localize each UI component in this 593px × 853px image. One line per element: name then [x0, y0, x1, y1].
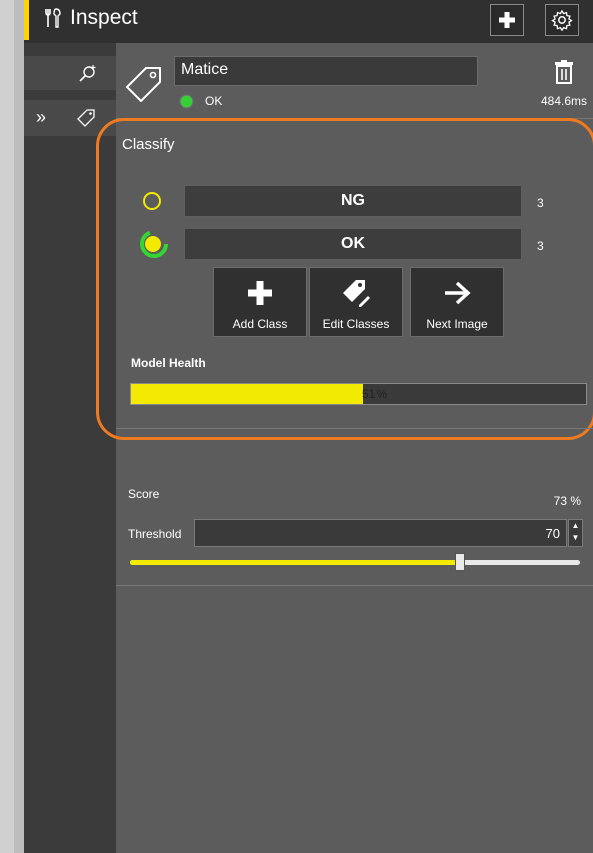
tag-edit-icon	[343, 280, 370, 307]
section-title: Classify	[122, 136, 175, 153]
class-ng-count: 3	[537, 196, 544, 210]
trash-icon[interactable]	[554, 60, 574, 84]
arrow-right-icon	[445, 281, 471, 305]
threshold-slider-fill	[130, 560, 465, 565]
class-ok-count: 3	[537, 239, 544, 253]
threshold-slider[interactable]	[130, 560, 580, 565]
window-edge-shade	[14, 0, 24, 853]
threshold-label: Threshold	[128, 527, 182, 541]
edit-classes-button[interactable]: Edit Classes	[309, 267, 403, 337]
plus-icon	[248, 281, 272, 305]
tool-name-field[interactable]: Matice	[174, 56, 478, 86]
next-image-button[interactable]: Next Image	[410, 267, 504, 337]
model-health-fill	[131, 384, 364, 404]
threshold-stepper[interactable]: ▲ ▼	[568, 519, 583, 547]
search-add-icon	[79, 65, 96, 82]
score-value: 73 %	[553, 494, 581, 508]
class-ng-button[interactable]: NG	[184, 185, 522, 217]
tools-icon	[45, 8, 61, 28]
divider	[116, 428, 593, 429]
next-image-label: Next Image	[426, 317, 488, 331]
tag-icon	[125, 67, 161, 102]
model-health-label: Model Health	[131, 356, 206, 370]
class-ok-button[interactable]: OK	[184, 228, 522, 260]
add-tool-button[interactable]	[490, 4, 524, 36]
threshold-input[interactable]: 70	[194, 519, 567, 547]
chevron-down-icon[interactable]: ▼	[569, 532, 582, 544]
status-indicator-icon	[181, 96, 192, 107]
score-label: Score	[128, 487, 160, 501]
header-accent	[24, 0, 29, 40]
edit-classes-label: Edit Classes	[322, 317, 390, 331]
settings-button[interactable]	[545, 4, 579, 36]
chevron-up-icon[interactable]: ▲	[569, 520, 582, 532]
divider	[116, 585, 593, 586]
add-class-label: Add Class	[232, 317, 288, 331]
double-chevron-right-icon: »	[36, 107, 47, 127]
plus-icon	[499, 12, 515, 28]
model-health-bar: 51%	[130, 383, 587, 405]
class-radio-ng[interactable]	[143, 192, 161, 210]
header-title-text: Inspect	[70, 6, 138, 29]
processing-time: 484.6ms	[540, 94, 587, 108]
status-text: OK	[205, 94, 223, 108]
add-class-button[interactable]: Add Class	[213, 267, 307, 337]
rail-search-button[interactable]	[24, 56, 116, 90]
model-health-value: 51%	[362, 387, 388, 401]
page-title: Inspect	[44, 6, 138, 30]
gear-icon	[551, 9, 573, 31]
class-radio-ok[interactable]	[139, 229, 169, 259]
threshold-slider-handle[interactable]	[455, 553, 465, 571]
tag-icon	[77, 109, 95, 127]
